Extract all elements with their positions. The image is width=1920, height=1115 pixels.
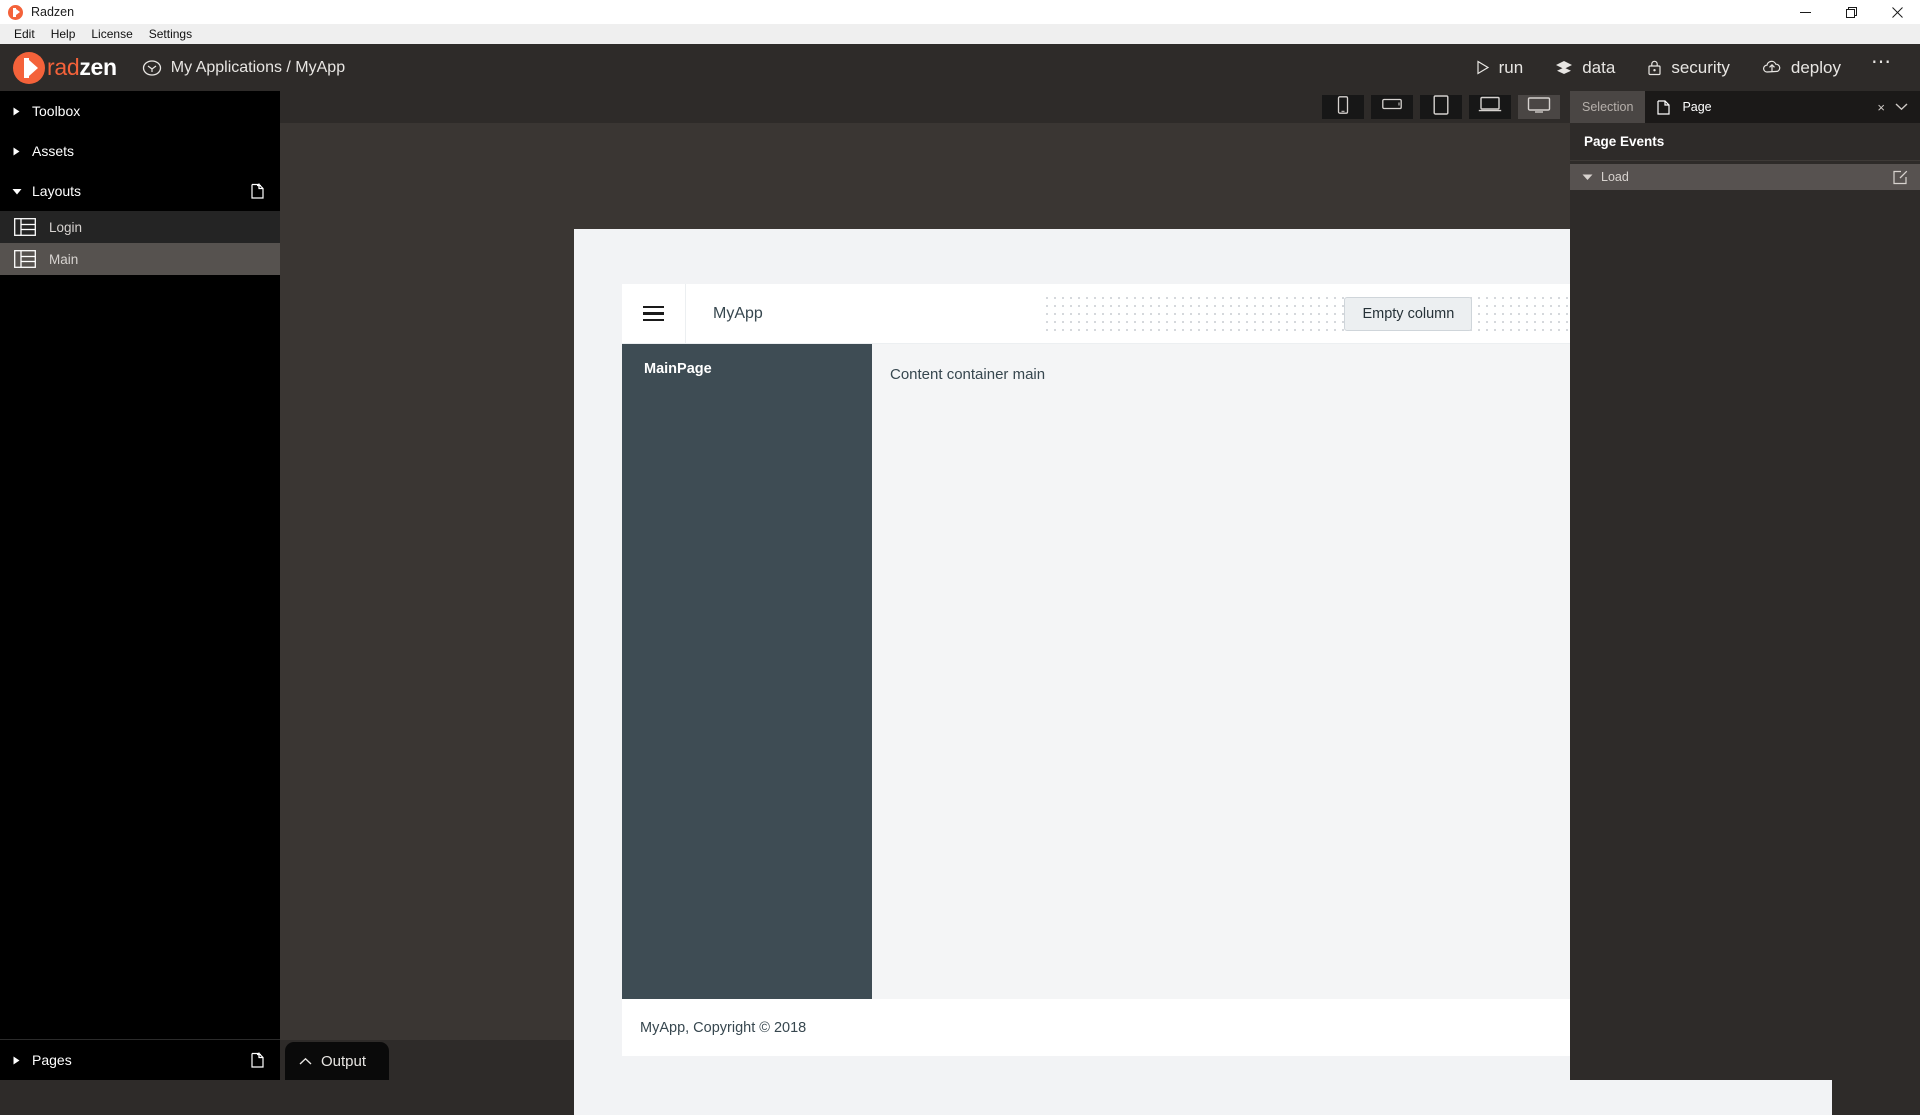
event-row-load-label: Load [1601,170,1629,184]
caret-down-icon[interactable] [1582,173,1593,181]
sidebar-item-login-label: Login [49,220,82,235]
phone-portrait-icon [1337,96,1349,119]
preview-app-title: MyApp [686,305,763,323]
close-icon[interactable]: × [1877,100,1885,115]
chevron-down-icon[interactable] [1895,100,1908,114]
radzen-logo[interactable]: radzen [13,52,117,84]
menubar: Edit Help License Settings [0,24,1920,44]
sidebar-section-layouts-label: Layouts [32,183,81,199]
laptop-icon [1478,96,1502,118]
menu-item-help[interactable]: Help [43,24,84,44]
tab-page-controls: × [1877,100,1908,115]
menu-item-license[interactable]: License [83,24,140,44]
radzen-logo-text: radzen [47,54,117,81]
more-options-button[interactable]: ⋯ [1857,49,1906,86]
logo-text-rad: rad [47,54,79,80]
empty-column-button[interactable]: Empty column [1344,297,1472,331]
play-icon [1476,60,1490,75]
chevron-right-icon [12,147,26,156]
sidebar-section-assets[interactable]: Assets [0,131,280,171]
tab-selection-label: Selection [1582,100,1633,114]
minimize-icon[interactable] [1782,0,1828,24]
hamburger-icon[interactable] [622,284,686,344]
radzen-app-icon [8,5,23,20]
maximize-icon[interactable] [1828,0,1874,24]
window-title: Radzen [31,5,74,19]
chevron-down-icon [12,187,26,196]
sidebar-section-toolbox-label: Toolbox [32,103,80,119]
layers-icon [1555,59,1573,77]
page-events-title: Page Events [1570,123,1920,161]
sidebar-section-toolbox[interactable]: Toolbox [0,91,280,131]
run-button[interactable]: run [1460,44,1540,91]
device-preview-toolbar [280,91,1570,123]
left-sidebar: Toolbox Assets Layouts Login Main Pa [0,91,280,1080]
logo-text-zen: zen [79,54,116,80]
breadcrumb-text: My Applications / MyApp [171,59,345,77]
device-desktop-button[interactable] [1518,95,1560,119]
device-laptop-button[interactable] [1469,95,1511,119]
new-file-icon[interactable] [248,182,266,200]
output-tab[interactable]: Output [285,1042,389,1080]
security-button[interactable]: security [1631,44,1746,91]
device-phone-landscape-button[interactable] [1371,95,1413,119]
new-file-icon[interactable] [248,1051,266,1069]
radzen-logo-mark-icon [13,52,45,84]
app-circle-icon [142,58,162,78]
chevron-up-icon [299,1057,312,1066]
sidebar-item-main[interactable]: Main [0,243,280,275]
device-phone-portrait-button[interactable] [1322,95,1364,119]
layout-icon [14,218,36,236]
preview-sidebar-label: MainPage [644,361,712,377]
breadcrumb[interactable]: My Applications / MyApp [142,58,345,78]
header-actions: run data security deploy ⋯ [1460,44,1906,91]
run-label: run [1499,58,1524,78]
chevron-right-icon [12,107,26,116]
sidebar-section-pages[interactable]: Pages [0,1040,280,1080]
preview-footer-label: MyApp, Copyright © 2018 [640,1020,806,1036]
preview-sidebar[interactable]: MainPage [622,344,872,999]
phone-landscape-icon [1382,98,1402,116]
chevron-right-icon [12,1056,26,1065]
output-tab-label: Output [321,1053,366,1070]
sidebar-section-pages-label: Pages [32,1052,72,1068]
right-panel-tabs: Selection Page × [1570,91,1920,123]
tab-page-label: Page [1682,100,1711,114]
sidebar-item-login[interactable]: Login [0,211,280,243]
app-header: radzen My Applications / MyApp run data … [0,44,1920,91]
event-row-load[interactable]: Load [1570,164,1920,190]
sidebar-section-assets-label: Assets [32,143,74,159]
menu-item-edit[interactable]: Edit [6,24,43,44]
right-panel: Selection Page × Page Events Load [1570,91,1920,1080]
layout-icon [14,250,36,268]
tab-page[interactable]: Page × [1645,91,1920,123]
desktop-icon [1527,97,1551,118]
close-icon[interactable] [1874,0,1920,24]
design-surface: MyApp Empty column MainPage Content cont… [280,91,1570,1040]
lock-icon [1647,59,1662,76]
tablet-icon [1433,95,1449,120]
window-titlebar: Radzen [0,0,1920,24]
page-icon [1657,100,1670,115]
menu-item-settings[interactable]: Settings [141,24,200,44]
device-tablet-button[interactable] [1420,95,1462,119]
edit-icon[interactable] [1893,170,1908,185]
data-button[interactable]: data [1539,44,1631,91]
sidebar-section-layouts[interactable]: Layouts [0,171,280,211]
sidebar-item-main-label: Main [49,252,78,267]
window-controls [1782,0,1920,24]
tab-selection[interactable]: Selection [1570,91,1645,123]
deploy-button[interactable]: deploy [1746,44,1857,91]
security-label: security [1671,58,1730,78]
data-label: data [1582,58,1615,78]
preview-content-label: Content container main [890,366,1045,383]
cloud-upload-icon [1762,59,1782,76]
deploy-label: deploy [1791,58,1841,78]
